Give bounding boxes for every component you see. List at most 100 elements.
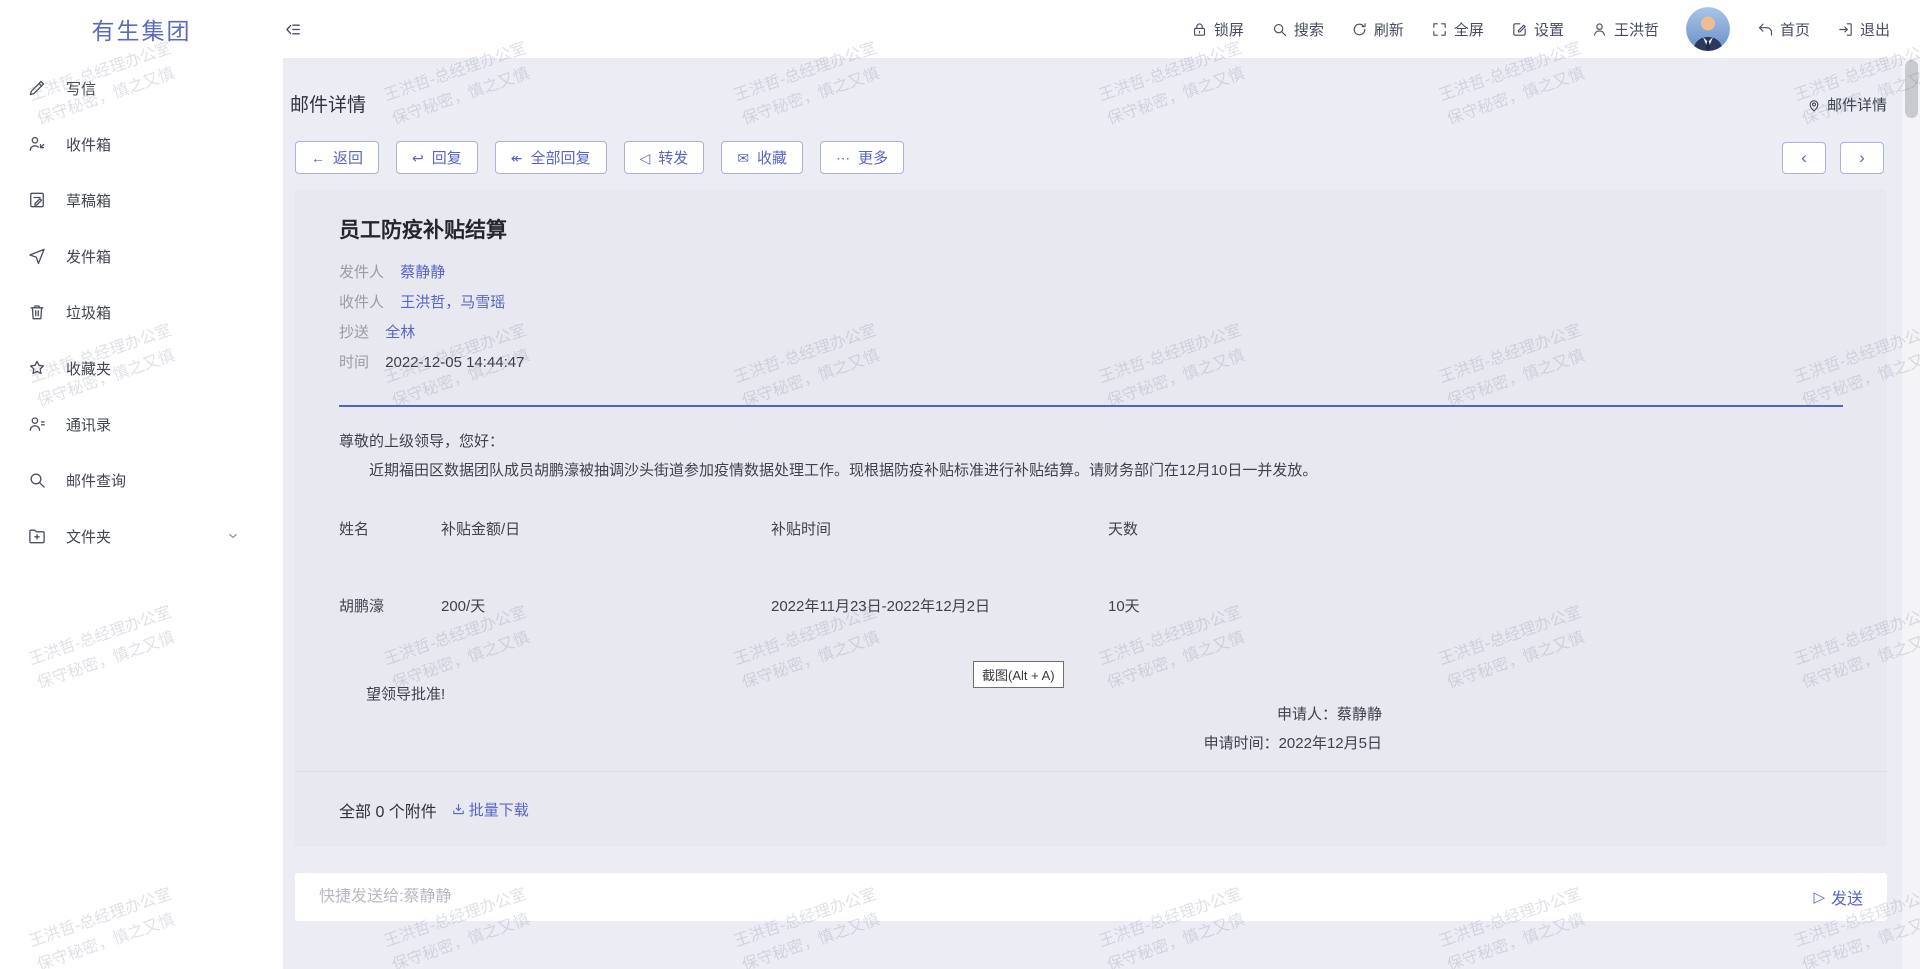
fullscreen-label: 全屏 bbox=[1454, 19, 1484, 40]
mail-time-row: 时间 2022-12-05 14:44:47 bbox=[339, 348, 1843, 378]
sidebar-item-label: 邮件查询 bbox=[66, 470, 240, 491]
to-contacts[interactable]: 王洪哲，马雪瑶 bbox=[400, 294, 505, 311]
settings-label: 设置 bbox=[1534, 19, 1564, 40]
user-name: 王洪哲 bbox=[1614, 19, 1659, 40]
scrollbar-track bbox=[1902, 58, 1920, 969]
lock-screen-label: 锁屏 bbox=[1214, 19, 1244, 40]
next-mail-button[interactable]: › bbox=[1840, 142, 1884, 174]
cc-label: 抄送 bbox=[339, 324, 369, 341]
table-row: 胡鹏濠 200/天 2022年11月23日-2022年12月2日 10天 bbox=[339, 592, 1843, 622]
sidebar-item-label: 收藏夹 bbox=[66, 358, 240, 379]
logout-icon bbox=[1837, 21, 1854, 38]
mail-closing: 望领导批准! bbox=[366, 683, 1843, 704]
favorite-label: 收藏 bbox=[757, 147, 787, 168]
batch-download-label: 批量下载 bbox=[469, 799, 529, 820]
time-label: 时间 bbox=[339, 354, 369, 371]
applicant-block: 申请人：蔡静静 申请时间：2022年12月5日 bbox=[1204, 700, 1382, 758]
sidebar-item-label: 写信 bbox=[66, 78, 240, 99]
sidebar-item-folders[interactable]: 文件夹 bbox=[0, 508, 283, 564]
send-button[interactable]: ▷ 发送 bbox=[1813, 885, 1863, 909]
edit-square-icon bbox=[1511, 21, 1528, 38]
mail-divider bbox=[339, 405, 1843, 407]
mail-paragraph: 近期福田区数据团队成员胡鹏濠被抽调沙头街道参加疫情数据处理工作。现根据防疫补贴标… bbox=[339, 460, 1843, 481]
reply-label: 回复 bbox=[432, 147, 462, 168]
forward-button[interactable]: ◁ 转发 bbox=[624, 141, 705, 174]
reply-icon: ↩ bbox=[412, 151, 424, 165]
from-label: 发件人 bbox=[339, 264, 384, 281]
logout-button[interactable]: 退出 bbox=[1837, 19, 1890, 40]
app-logo: 有生集团 bbox=[0, 0, 283, 58]
prev-mail-button[interactable]: ‹ bbox=[1782, 142, 1826, 174]
back-button[interactable]: ← 返回 bbox=[295, 141, 379, 174]
sidebar-item-label: 发件箱 bbox=[66, 246, 240, 267]
lock-screen-button[interactable]: 锁屏 bbox=[1191, 19, 1244, 40]
sidebar-item-drafts[interactable]: 草稿箱 bbox=[0, 172, 283, 228]
reply-all-icon: ↞ bbox=[511, 151, 523, 165]
batch-download-link[interactable]: 批量下载 bbox=[451, 799, 529, 820]
contacts-icon bbox=[27, 414, 47, 434]
lock-icon bbox=[1191, 21, 1208, 38]
mail-pager: ‹ › bbox=[1782, 142, 1884, 174]
attachment-summary: 全部 0 个附件 bbox=[339, 798, 437, 822]
from-contact[interactable]: 蔡静静 bbox=[400, 264, 445, 281]
mail-greeting: 尊敬的上级领导，您好： bbox=[339, 431, 1843, 452]
sidebar-item-label: 通讯录 bbox=[66, 414, 240, 435]
cc-contact[interactable]: 全林 bbox=[385, 324, 415, 341]
forward-icon: ◁ bbox=[640, 151, 651, 165]
more-button[interactable]: ⋯ 更多 bbox=[820, 141, 904, 174]
pencil-icon bbox=[27, 78, 47, 98]
sidebar-item-trash[interactable]: 垃圾箱 bbox=[0, 284, 283, 340]
refresh-button[interactable]: 刷新 bbox=[1351, 19, 1404, 40]
home-button[interactable]: 首页 bbox=[1757, 19, 1810, 40]
main-panel: 邮件详情 邮件详情 ← 返回 ↩ 回复 ↞ 全部回复 ◁ 转发 ✉ bbox=[283, 58, 1902, 969]
sidebar-item-mail-search[interactable]: 邮件查询 bbox=[0, 452, 283, 508]
sidebar-item-inbox[interactable]: 收件箱 bbox=[0, 116, 283, 172]
sidebar-item-compose[interactable]: 写信 bbox=[0, 60, 283, 116]
search-icon bbox=[1271, 21, 1288, 38]
table-header-row: 姓名 补贴金额/日 补贴时间 天数 bbox=[339, 515, 1843, 545]
settings-button[interactable]: 设置 bbox=[1511, 19, 1564, 40]
screenshot-tooltip: 截图(Alt + A) bbox=[973, 661, 1064, 688]
favorite-button[interactable]: ✉ 收藏 bbox=[721, 141, 803, 174]
sidebar-item-label: 文件夹 bbox=[66, 526, 226, 547]
search-button[interactable]: 搜索 bbox=[1271, 19, 1324, 40]
sidebar-item-sent[interactable]: 发件箱 bbox=[0, 228, 283, 284]
page-title: 邮件详情 bbox=[290, 90, 366, 117]
scrollbar-thumb[interactable] bbox=[1905, 60, 1918, 118]
current-user[interactable]: 王洪哲 bbox=[1591, 19, 1659, 40]
applicant-name: 蔡静静 bbox=[1337, 706, 1382, 723]
collapse-sidebar-icon[interactable] bbox=[283, 20, 302, 39]
send-triangle-icon: ▷ bbox=[1813, 888, 1825, 906]
trash-icon bbox=[27, 302, 47, 322]
breadcrumb-label: 邮件详情 bbox=[1827, 94, 1887, 115]
search-label: 搜索 bbox=[1294, 19, 1324, 40]
cell-days: 10天 bbox=[1108, 592, 1843, 622]
chevron-down-icon[interactable] bbox=[226, 529, 240, 543]
mail-cc-row: 抄送 全林 bbox=[339, 318, 1843, 348]
user-avatar[interactable] bbox=[1686, 7, 1730, 51]
col-amount: 补贴金额/日 bbox=[441, 515, 771, 545]
sidebar-item-favorites[interactable]: 收藏夹 bbox=[0, 340, 283, 396]
mail-meta: 发件人 蔡静静 收件人 王洪哲，马雪瑶 抄送 全林 时间 2022-12-05 … bbox=[339, 258, 1843, 378]
col-days: 天数 bbox=[1108, 515, 1843, 545]
quick-send-input[interactable] bbox=[319, 888, 1813, 906]
mail-to-row: 收件人 王洪哲，马雪瑶 bbox=[339, 288, 1843, 318]
search-icon bbox=[27, 470, 47, 490]
mail-star-icon: ✉ bbox=[737, 151, 749, 165]
cell-amount: 200/天 bbox=[441, 592, 771, 622]
fullscreen-button[interactable]: 全屏 bbox=[1431, 19, 1484, 40]
cell-period: 2022年11月23日-2022年12月2日 bbox=[771, 592, 1108, 622]
sidebar-item-label: 草稿箱 bbox=[66, 190, 240, 211]
logout-label: 退出 bbox=[1860, 19, 1890, 40]
mail-time: 2022-12-05 14:44:47 bbox=[385, 354, 524, 371]
download-icon bbox=[451, 802, 466, 817]
person-icon bbox=[1591, 21, 1608, 38]
reply-button[interactable]: ↩ 回复 bbox=[396, 141, 478, 174]
topbar-actions: 锁屏 搜索 刷新 全屏 设置 王洪哲 bbox=[1191, 7, 1920, 51]
send-label: 发送 bbox=[1831, 885, 1863, 909]
to-label: 收件人 bbox=[339, 294, 384, 311]
reply-all-button[interactable]: ↞ 全部回复 bbox=[495, 141, 607, 174]
sidebar-item-contacts[interactable]: 通讯录 bbox=[0, 396, 283, 452]
applicant-line: 申请人：蔡静静 bbox=[1204, 700, 1382, 729]
sidebar-item-label: 收件箱 bbox=[66, 134, 240, 155]
